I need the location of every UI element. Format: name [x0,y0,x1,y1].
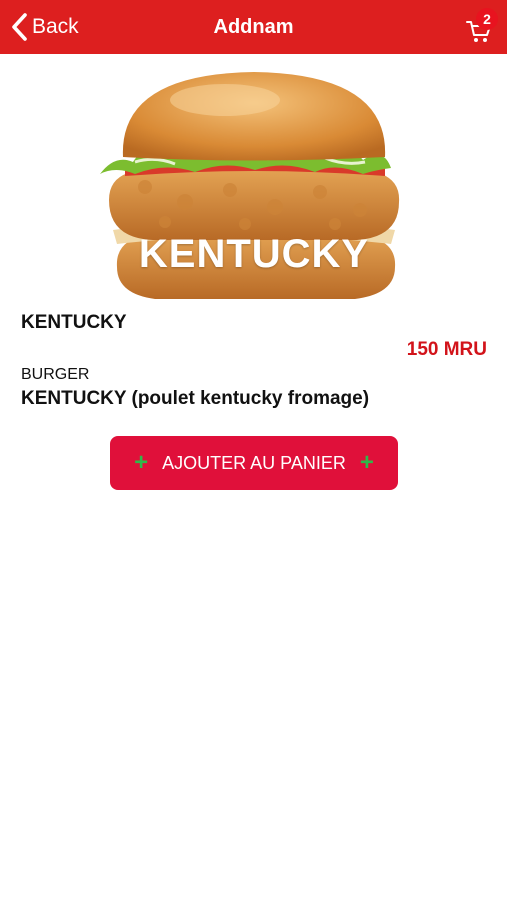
cart-count-badge: 2 [476,8,498,30]
product-image: KENTUCKY [95,62,413,299]
add-to-cart-label: AJOUTER AU PANIER [162,452,346,473]
back-label: Back [32,15,79,38]
back-button[interactable]: Back [10,11,79,43]
product-price: 150 MRU [406,339,487,360]
top-nav-bar: Back Addnam 2 [0,0,507,54]
image-caption: KENTUCKY [138,232,370,276]
add-to-cart-button[interactable]: + AJOUTER AU PANIER + [110,436,398,490]
chevron-left-icon [12,13,27,41]
cart-button[interactable]: 2 [464,8,500,44]
product-category: BURGER [21,366,90,383]
product-description: KENTUCKY (poulet kentucky fromage) [21,388,370,409]
plus-icon: + [134,449,149,476]
plus-icon: + [359,449,374,476]
product-name: KENTUCKY [21,312,127,333]
